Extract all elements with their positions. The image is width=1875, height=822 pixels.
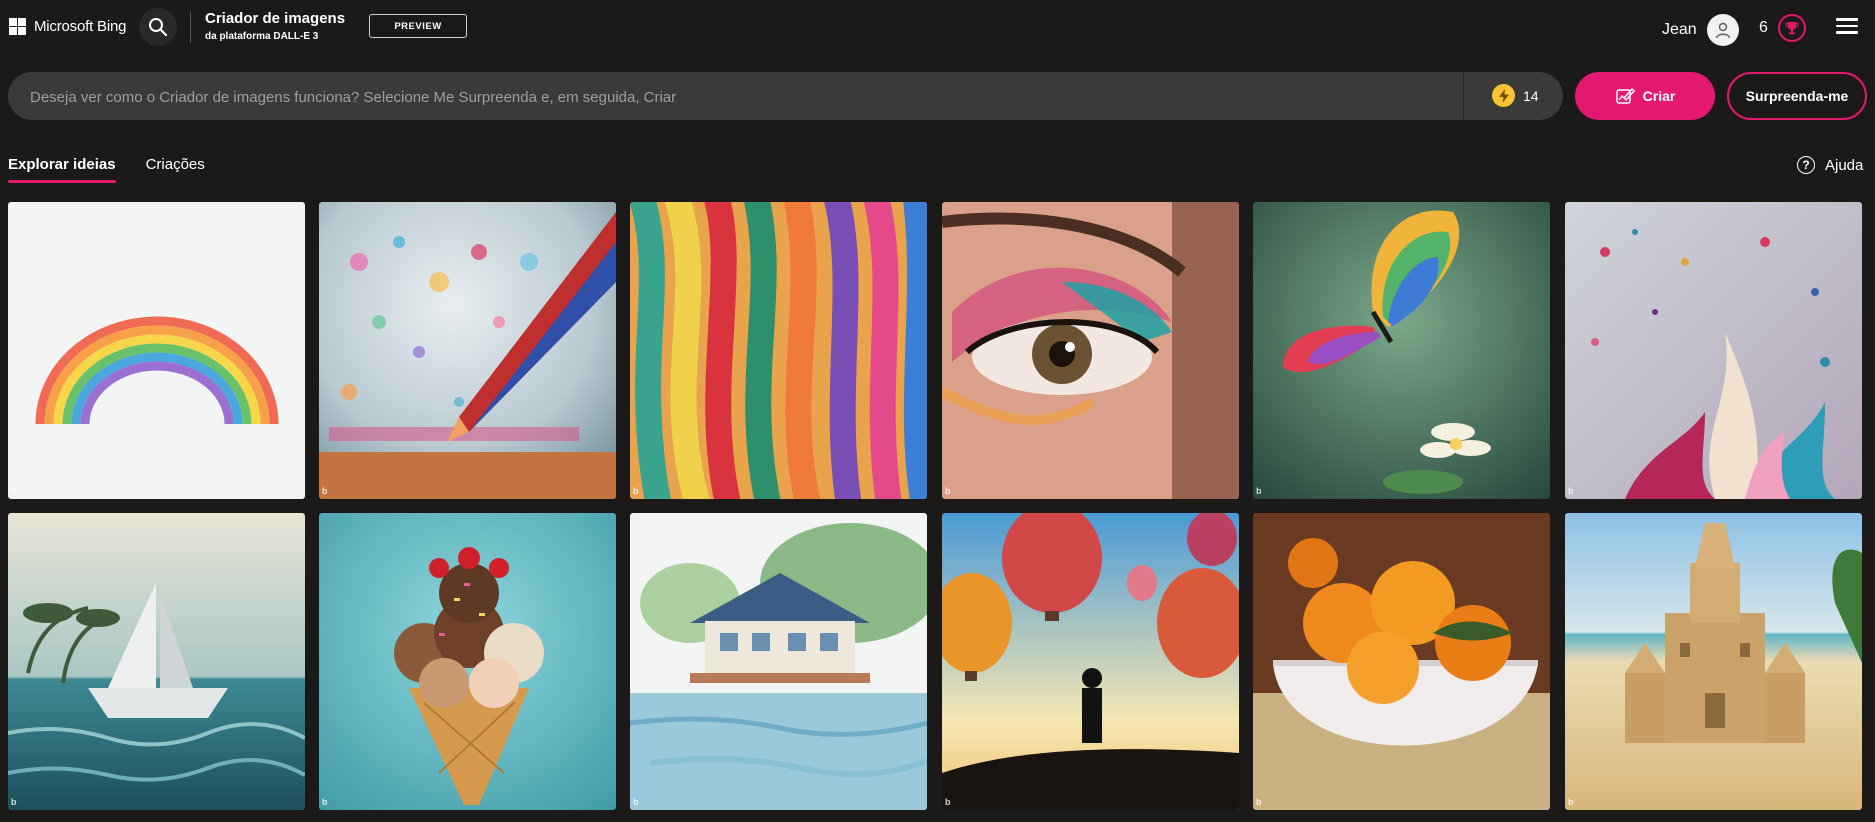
watercolor-house-image[interactable]: b bbox=[630, 513, 927, 810]
microsoft-logo-icon bbox=[9, 18, 26, 35]
logo-text: Microsoft Bing bbox=[34, 18, 127, 35]
bing-mark-icon: b bbox=[945, 797, 951, 807]
sand-castle-image[interactable]: b bbox=[1565, 513, 1862, 810]
prompt-divider bbox=[1463, 72, 1464, 120]
bing-mark-icon: b bbox=[633, 486, 639, 496]
rewards-button[interactable]: 6 bbox=[1759, 14, 1806, 42]
bing-mark-icon: b bbox=[11, 486, 17, 496]
help-label: Ajuda bbox=[1825, 156, 1864, 174]
tab-explore-ideas[interactable]: Explorar ideias bbox=[8, 156, 116, 183]
rainbow-butterfly-image[interactable]: b bbox=[1253, 202, 1550, 499]
rainbow-paper-image[interactable]: b bbox=[8, 202, 305, 499]
page-subtitle: da plataforma DALL-E 3 bbox=[205, 31, 319, 42]
bing-mark-icon: b bbox=[1256, 486, 1262, 496]
page-title-block: Criador de imagens da plataforma DALL-E … bbox=[205, 10, 345, 42]
top-header: Microsoft Bing Criador de imagens da pla… bbox=[0, 0, 1875, 54]
preview-badge: PREVIEW bbox=[369, 14, 467, 38]
avatar bbox=[1706, 14, 1739, 46]
bing-mark-icon: b bbox=[1256, 797, 1262, 807]
ice-cream-cone-image[interactable]: b bbox=[319, 513, 616, 810]
bing-logo[interactable]: Microsoft Bing bbox=[9, 18, 126, 35]
bing-mark-icon: b bbox=[322, 797, 328, 807]
header-divider bbox=[190, 12, 191, 43]
bing-mark-icon: b bbox=[633, 797, 639, 807]
colorful-ribbons-image[interactable]: b bbox=[630, 202, 927, 499]
help-icon: ? bbox=[1797, 156, 1815, 174]
bing-mark-icon: b bbox=[1568, 486, 1574, 496]
prompt-input[interactable] bbox=[28, 72, 1452, 122]
page-title: Criador de imagens bbox=[205, 10, 346, 27]
user-name: Jean bbox=[1662, 21, 1697, 38]
hamburger-menu-icon[interactable] bbox=[1836, 18, 1858, 34]
bing-mark-icon: b bbox=[322, 486, 328, 496]
rewards-count: 6 bbox=[1759, 19, 1768, 36]
bing-mark-icon: b bbox=[945, 486, 951, 496]
paint-splash-image[interactable]: b bbox=[1565, 202, 1862, 499]
create-label: Criar bbox=[1642, 88, 1676, 104]
bing-mark-icon: b bbox=[11, 797, 17, 807]
create-brush-icon bbox=[1615, 87, 1635, 104]
lightning-bolt-icon bbox=[1492, 84, 1515, 107]
search-icon bbox=[149, 18, 168, 37]
tab-creations[interactable]: Criações bbox=[146, 156, 205, 183]
trophy-icon bbox=[1777, 14, 1806, 42]
glitter-pencil-image[interactable]: b bbox=[319, 202, 616, 499]
paper-boat-image[interactable]: b bbox=[8, 513, 305, 810]
surprise-me-button[interactable]: Surpreenda-me bbox=[1727, 72, 1867, 120]
hot-air-balloons-image[interactable]: b bbox=[942, 513, 1239, 810]
boosts-count: 14 bbox=[1523, 87, 1539, 104]
boosts-indicator[interactable]: 14 bbox=[1492, 84, 1539, 107]
oranges-bowl-image[interactable]: b bbox=[1253, 513, 1550, 810]
user-menu[interactable]: Jean bbox=[1662, 14, 1739, 46]
help-link[interactable]: ? Ajuda bbox=[1797, 156, 1863, 174]
create-button[interactable]: Criar bbox=[1575, 72, 1715, 120]
tab-bar: Explorar ideias Criações bbox=[8, 156, 205, 183]
user-icon bbox=[1715, 22, 1730, 39]
search-button[interactable] bbox=[139, 8, 177, 46]
bing-mark-icon: b bbox=[1568, 797, 1574, 807]
prompt-bar: 14 bbox=[8, 72, 1563, 122]
eye-makeup-image[interactable]: b bbox=[942, 202, 1239, 499]
